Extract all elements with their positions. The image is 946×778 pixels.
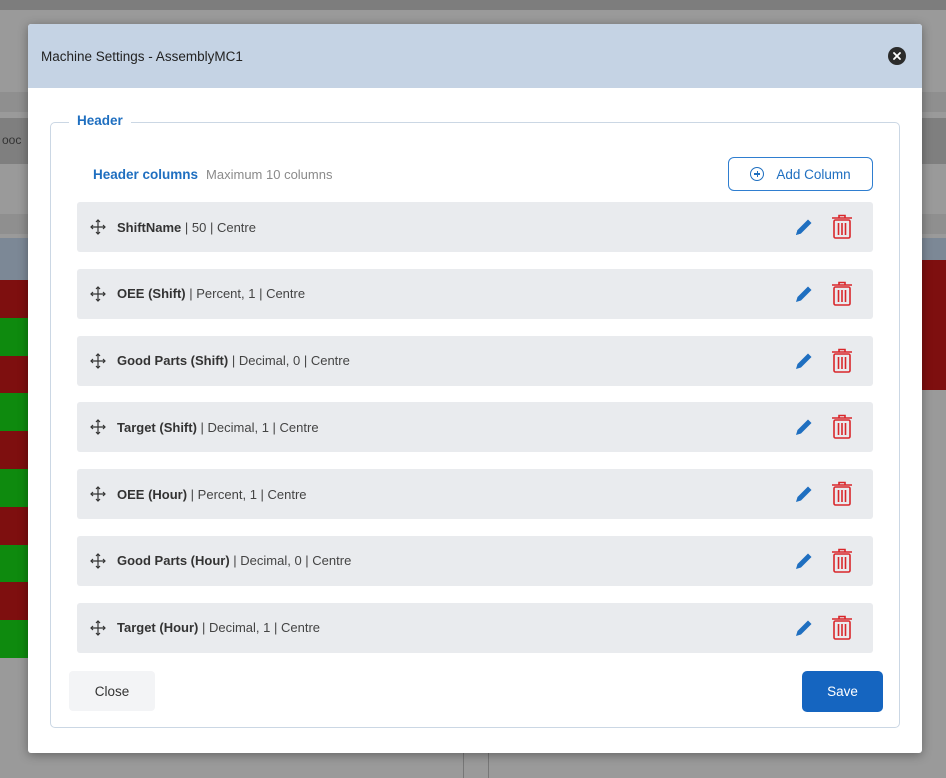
add-column-label: Add Column: [776, 166, 851, 182]
drag-handle-icon[interactable]: [89, 552, 107, 570]
header-columns-hint: Maximum 10 columns: [206, 167, 333, 182]
column-detail: | Decimal, 1 | Centre: [198, 620, 321, 636]
edit-pencil-icon[interactable]: [793, 483, 815, 505]
header-section: Header Header columns Maximum 10 columns…: [50, 113, 900, 728]
list-item[interactable]: ShiftName | 50 | Centre: [77, 202, 873, 252]
list-item[interactable]: OEE (Shift) | Percent, 1 | Centre: [77, 268, 873, 319]
column-detail: | Percent, 1 | Centre: [185, 286, 306, 302]
dialog-header: Machine Settings - AssemblyMC1: [28, 24, 922, 88]
delete-trash-icon[interactable]: [831, 281, 853, 307]
header-columns-title: Header columns: [93, 167, 199, 182]
machine-settings-dialog: Machine Settings - AssemblyMC1 Header He…: [28, 24, 922, 753]
drag-handle-icon[interactable]: [89, 285, 107, 303]
column-name: OEE (Shift): [117, 286, 186, 302]
delete-trash-icon[interactable]: [831, 348, 853, 374]
section-legend: Header: [69, 113, 131, 128]
close-button[interactable]: Close: [69, 671, 155, 711]
column-name: OEE (Hour): [117, 486, 188, 502]
header-column-list: ShiftName | 50 | Centre OEE (Shift) | Pe…: [77, 202, 873, 670]
list-item[interactable]: Good Parts (Hour) | Decimal, 0 | Centre: [77, 535, 873, 586]
list-item[interactable]: Target (Hour) | Decimal, 1 | Centre: [77, 602, 873, 653]
drag-handle-icon[interactable]: [89, 485, 107, 503]
column-name: Good Parts (Hour): [117, 553, 230, 569]
delete-trash-icon[interactable]: [831, 615, 853, 641]
column-name: Target (Shift): [117, 419, 197, 435]
delete-trash-icon[interactable]: [831, 548, 853, 574]
background-status-stripes: [0, 280, 30, 658]
column-detail: | Decimal, 1 | Centre: [196, 419, 319, 435]
column-detail: | Decimal, 0 | Centre: [229, 553, 352, 569]
background-text: ooc: [2, 133, 22, 147]
drag-handle-icon[interactable]: [89, 352, 107, 370]
drag-handle-icon[interactable]: [89, 218, 107, 236]
edit-pencil-icon[interactable]: [793, 283, 815, 305]
edit-pencil-icon[interactable]: [793, 416, 815, 438]
save-button[interactable]: Save: [802, 671, 883, 712]
edit-pencil-icon[interactable]: [793, 550, 815, 572]
list-item[interactable]: OEE (Hour) | Percent, 1 | Centre: [77, 469, 873, 520]
column-detail: | Percent, 1 | Centre: [187, 486, 307, 502]
drag-handle-icon[interactable]: [89, 418, 107, 436]
close-icon[interactable]: [888, 47, 906, 65]
background-topbar: [0, 0, 946, 10]
edit-pencil-icon[interactable]: [793, 617, 815, 639]
edit-pencil-icon[interactable]: [793, 350, 815, 372]
column-detail: | Decimal, 0 | Centre: [228, 353, 350, 369]
delete-trash-icon[interactable]: [831, 214, 853, 240]
list-item[interactable]: Good Parts (Shift) | Decimal, 0 | Centre: [77, 335, 873, 386]
delete-trash-icon[interactable]: [831, 414, 853, 440]
drag-handle-icon[interactable]: [89, 619, 107, 637]
edit-pencil-icon[interactable]: [793, 216, 815, 238]
column-name: Target (Hour): [117, 620, 199, 636]
add-column-button[interactable]: Add Column: [728, 157, 873, 191]
list-item[interactable]: Target (Shift) | Decimal, 1 | Centre: [77, 402, 873, 453]
column-detail: | 50 | Centre: [181, 219, 256, 235]
delete-trash-icon[interactable]: [831, 481, 853, 507]
plus-circle-icon: [750, 167, 765, 181]
column-name: ShiftName: [117, 219, 182, 235]
header-columns-heading: Header columns Maximum 10 columns: [93, 167, 332, 182]
dialog-title: Machine Settings - AssemblyMC1: [41, 48, 243, 64]
column-name: Good Parts (Shift): [117, 353, 229, 369]
